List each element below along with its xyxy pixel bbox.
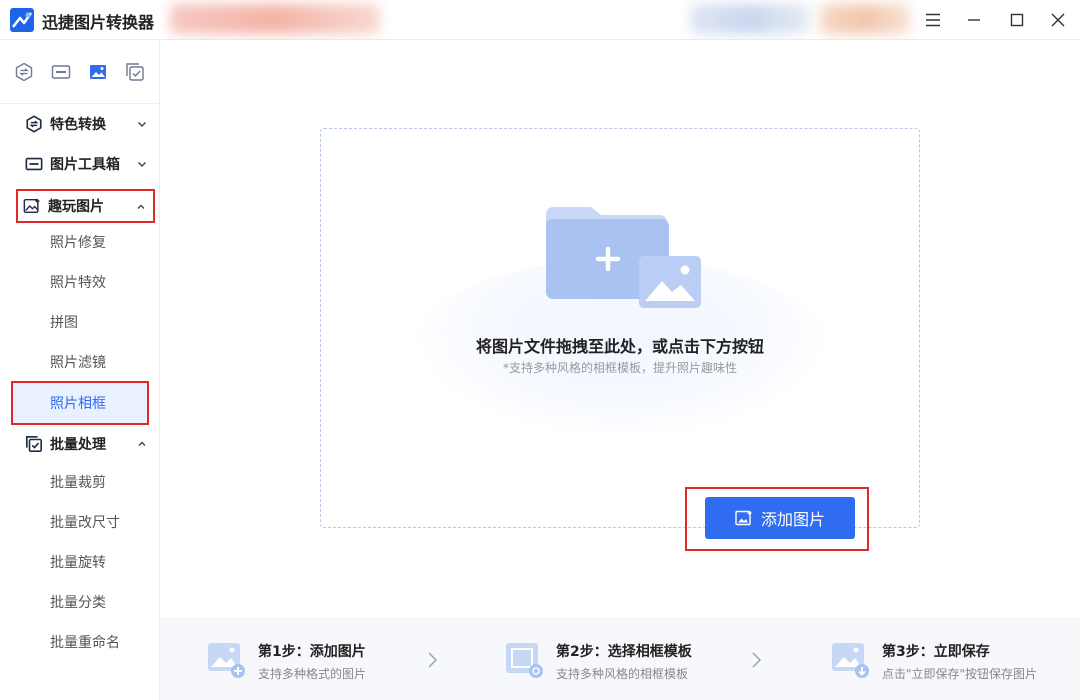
app-window: 迅捷图片转换器 特色转换 图片工具箱 趣玩图片 照片修复 照片特效 拼图 照片滤… (0, 0, 1080, 700)
app-logo-icon (10, 8, 34, 32)
step-title: 第1步：添加图片 (258, 644, 366, 660)
toolbox-icon (24, 154, 44, 174)
title-bar: 迅捷图片转换器 (0, 0, 1080, 40)
blurred-banner[interactable] (170, 4, 380, 34)
step-title: 第2步：选择相框模板 (556, 644, 692, 660)
sidebar-item-label: 照片相框 (50, 396, 106, 412)
step-desc: 点击"立即保存"按钮保存图片 (882, 667, 1038, 681)
close-icon[interactable] (1046, 8, 1070, 32)
chevron-up-icon (137, 204, 145, 209)
minimize-icon[interactable] (962, 8, 986, 32)
batch-icon[interactable] (123, 60, 147, 84)
sidebar-item-batch-rename[interactable]: 批量重命名 (50, 632, 120, 654)
frame-template-icon (506, 643, 543, 678)
sidebar-item-batch-classify[interactable]: 批量分类 (50, 592, 106, 614)
sidebar-category-label: 批量处理 (50, 437, 106, 453)
sidebar-category-batch[interactable]: 批量处理 (20, 428, 154, 460)
sidebar-category-fun-images[interactable]: 趣玩图片 (16, 189, 155, 223)
convert-icon[interactable] (12, 60, 36, 84)
step-desc: 支持多种格式的图片 (258, 667, 367, 681)
add-image-icon (208, 643, 245, 678)
sidebar-item-batch-resize[interactable]: 批量改尺寸 (50, 512, 120, 534)
app-title: 迅捷图片转换器 (42, 13, 155, 32)
blurred-account[interactable] (690, 4, 810, 34)
chevron-down-icon (138, 122, 146, 127)
sidebar-category-image-toolbox[interactable]: 图片工具箱 (20, 148, 154, 180)
batch-icon (24, 434, 44, 454)
chevron-right-icon (752, 652, 762, 668)
sidebar-item-collage[interactable]: 拼图 (50, 312, 78, 334)
menu-icon[interactable] (921, 8, 945, 32)
sidebar-item-batch-rotate[interactable]: 批量旋转 (50, 552, 106, 574)
add-image-icon (735, 510, 752, 526)
chevron-down-icon (138, 162, 146, 167)
sidebar-item-batch-crop[interactable]: 批量裁剪 (50, 472, 106, 494)
chevron-up-icon (138, 441, 146, 446)
image-fun-icon (22, 196, 42, 216)
sidebar-category-label: 图片工具箱 (50, 157, 120, 173)
maximize-icon[interactable] (1005, 8, 1029, 32)
save-image-icon (832, 643, 869, 678)
step-title: 第3步：立即保存 (882, 644, 990, 660)
sidebar-tool-row (0, 40, 159, 104)
add-image-button[interactable]: 添加图片 (705, 497, 855, 539)
toolbox-icon[interactable] (49, 60, 73, 84)
steps-bar: 第1步：添加图片 支持多种格式的图片 第2步：选择相框模板 支持多种风格的相框模… (160, 618, 1080, 700)
sidebar-category-special-convert[interactable]: 特色转换 (20, 108, 154, 140)
chevron-right-icon (428, 652, 438, 668)
image-icon[interactable] (86, 60, 110, 84)
sidebar-item-photo-effects[interactable]: 照片特效 (50, 272, 106, 294)
sidebar-item-photo-repair[interactable]: 照片修复 (50, 232, 106, 254)
drop-zone-hint: *支持多种风格的相框模板，提升照片趣味性 (502, 361, 737, 375)
add-folder-illustration (546, 207, 701, 308)
step-desc: 支持多种风格的相框模板 (556, 667, 689, 681)
sidebar-category-label: 趣玩图片 (48, 199, 104, 215)
sidebar-category-label: 特色转换 (50, 117, 106, 133)
sidebar: 特色转换 图片工具箱 趣玩图片 照片修复 照片特效 拼图 照片滤镜 照片相框 批… (0, 40, 160, 700)
main-content: 将图片文件拖拽至此处，或点击下方按钮 *支持多种风格的相框模板，提升照片趣味性 … (160, 40, 1080, 618)
sidebar-item-photo-filter[interactable]: 照片滤镜 (50, 352, 106, 374)
convert-icon (24, 114, 44, 134)
add-image-button-label: 添加图片 (760, 510, 825, 529)
drop-zone[interactable]: 将图片文件拖拽至此处，或点击下方按钮 *支持多种风格的相框模板，提升照片趣味性 … (320, 128, 920, 551)
drop-zone-title: 将图片文件拖拽至此处，或点击下方按钮 (475, 337, 764, 356)
blurred-promo[interactable] (820, 4, 910, 34)
sidebar-item-photo-frame[interactable]: 照片相框 (11, 381, 149, 425)
